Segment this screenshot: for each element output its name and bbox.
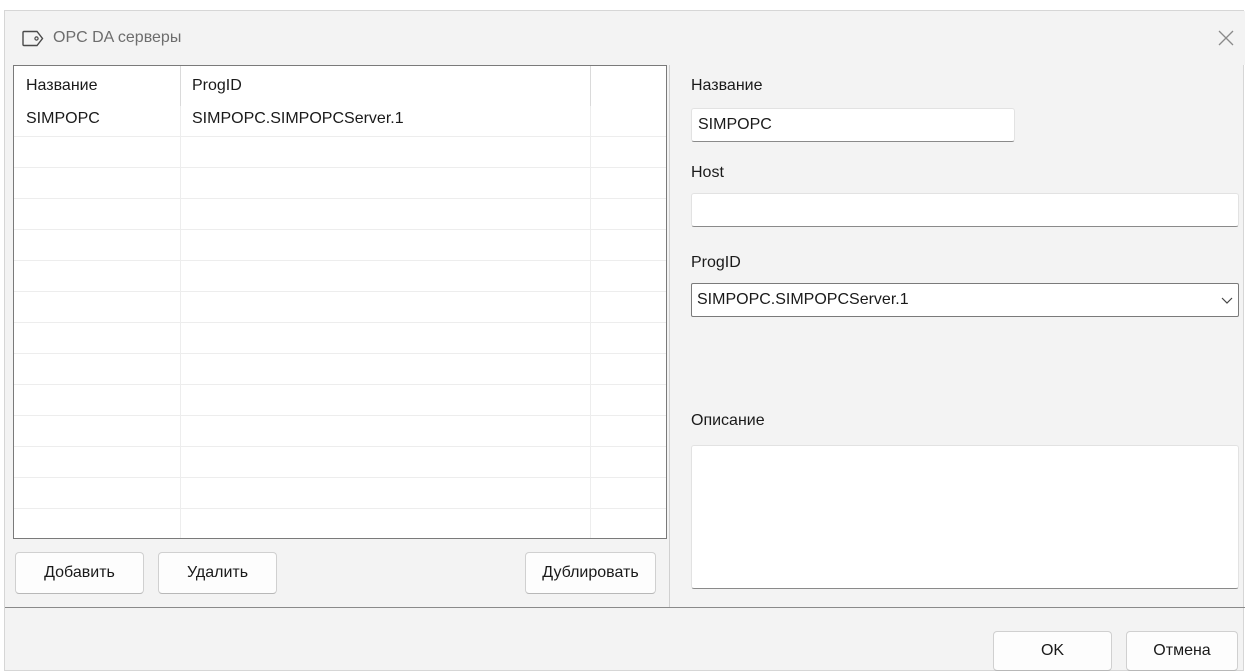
header-divider [180, 66, 181, 106]
table-row[interactable] [14, 354, 666, 385]
cell-progid [180, 509, 590, 538]
table-row[interactable] [14, 230, 666, 261]
grid-rows: SIMPOPC SIMPOPC.SIMPOPCServer.1 [14, 106, 666, 538]
table-row[interactable] [14, 478, 666, 509]
host-label: Host [691, 164, 724, 181]
duplicate-button[interactable]: Дублировать [525, 552, 656, 594]
table-row[interactable] [14, 509, 666, 538]
cancel-button[interactable]: Отмена [1126, 631, 1238, 671]
table-row[interactable]: SIMPOPC SIMPOPC.SIMPOPCServer.1 [14, 106, 666, 137]
cell-name [14, 416, 180, 446]
cell-progid [180, 354, 590, 384]
cell-name [14, 509, 180, 538]
tag-icon [22, 30, 44, 47]
column-header-progid[interactable]: ProgID [180, 66, 590, 106]
close-button[interactable] [1213, 25, 1239, 51]
cell-progid [180, 447, 590, 477]
cell-progid [180, 292, 590, 322]
title-bar: OPC DA серверы [5, 11, 1245, 65]
footer-divider [5, 607, 1245, 608]
table-row[interactable] [14, 447, 666, 478]
cell-progid: SIMPOPC.SIMPOPCServer.1 [192, 110, 404, 127]
table-row[interactable] [14, 199, 666, 230]
cell-progid [180, 199, 590, 229]
table-row[interactable] [14, 137, 666, 168]
delete-button[interactable]: Удалить [158, 552, 277, 594]
window-title: OPC DA серверы [53, 29, 182, 46]
cell-progid [180, 261, 590, 291]
cell-progid [180, 416, 590, 446]
cell-name [14, 292, 180, 322]
host-field[interactable] [691, 193, 1239, 227]
cell-name [14, 323, 180, 353]
cell-name [14, 199, 180, 229]
cell-name [14, 478, 180, 508]
cell-progid [180, 230, 590, 260]
grid-header: Название ProgID [14, 66, 666, 106]
name-field[interactable]: SIMPOPC [691, 108, 1015, 142]
ok-button[interactable]: OK [993, 631, 1112, 671]
description-field[interactable] [691, 445, 1239, 589]
progid-select[interactable]: SIMPOPC.SIMPOPCServer.1 [691, 283, 1239, 317]
table-row[interactable] [14, 168, 666, 199]
column-header-name[interactable]: Название [14, 66, 180, 106]
table-row[interactable] [14, 323, 666, 354]
servers-grid[interactable]: Название ProgID SIMPOPC SIMPOPC.SIMPOPCS… [13, 65, 667, 539]
cell-progid [180, 385, 590, 415]
panel-divider [669, 65, 670, 607]
dialog-window: OPC DA серверы Название ProgID SIMPOPC S… [4, 10, 1245, 671]
cell-name: SIMPOPC [26, 110, 100, 127]
cell-name [14, 168, 180, 198]
close-icon [1218, 30, 1234, 46]
cell-progid [180, 137, 590, 167]
table-row[interactable] [14, 385, 666, 416]
cell-progid [180, 323, 590, 353]
cell-progid [180, 478, 590, 508]
cell-name [14, 137, 180, 167]
cell-extra [590, 106, 666, 136]
description-label: Описание [691, 412, 765, 429]
progid-label: ProgID [691, 254, 741, 271]
progid-selected-value: SIMPOPC.SIMPOPCServer.1 [697, 291, 909, 308]
cell-progid [180, 168, 590, 198]
cell-name [14, 385, 180, 415]
table-row[interactable] [14, 261, 666, 292]
cell-name [14, 447, 180, 477]
chevron-down-icon [1221, 297, 1233, 304]
column-header-empty[interactable] [590, 66, 666, 106]
cell-name [14, 354, 180, 384]
add-button[interactable]: Добавить [15, 552, 144, 594]
cell-name [14, 261, 180, 291]
cell-name [14, 230, 180, 260]
header-divider [590, 66, 591, 106]
table-row[interactable] [14, 292, 666, 323]
name-label: Название [691, 77, 763, 94]
table-row[interactable] [14, 416, 666, 447]
